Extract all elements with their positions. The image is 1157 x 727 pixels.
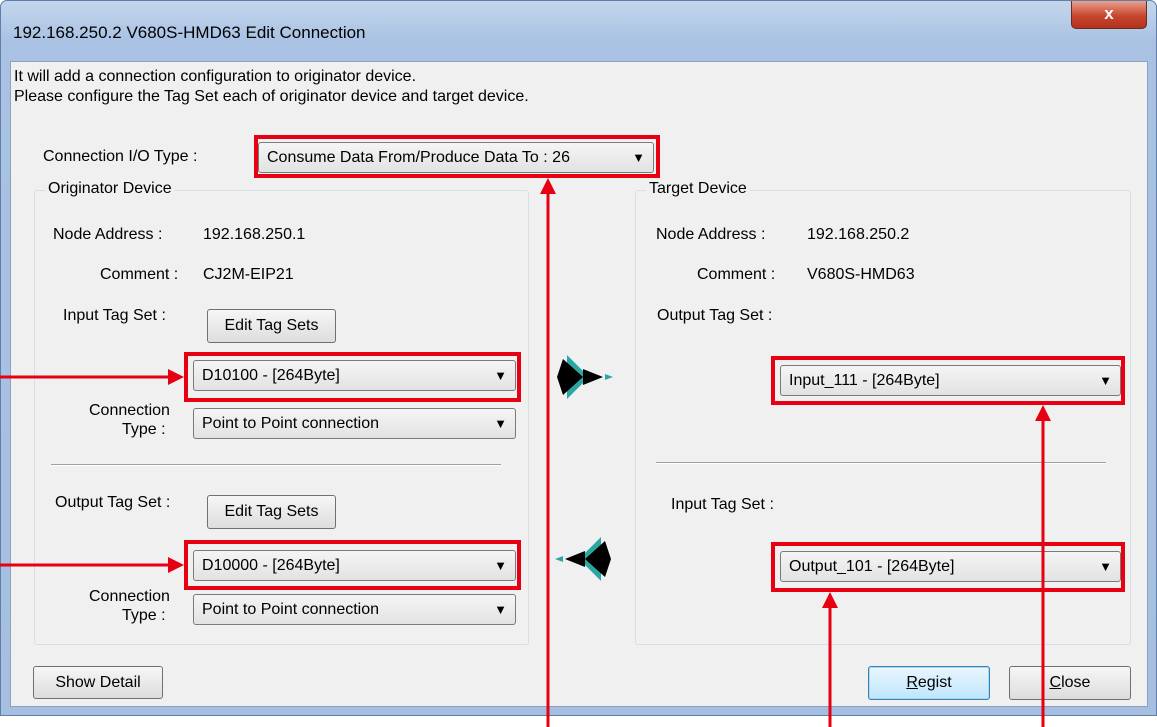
annotation-arrows: [0, 178, 1051, 727]
annotation-arrowhead: [540, 178, 556, 194]
annotation-arrowhead: [1035, 405, 1051, 421]
annotation-arrowhead: [168, 369, 184, 385]
annotation-arrowhead: [822, 592, 838, 608]
annotation-arrowhead: [168, 557, 184, 573]
